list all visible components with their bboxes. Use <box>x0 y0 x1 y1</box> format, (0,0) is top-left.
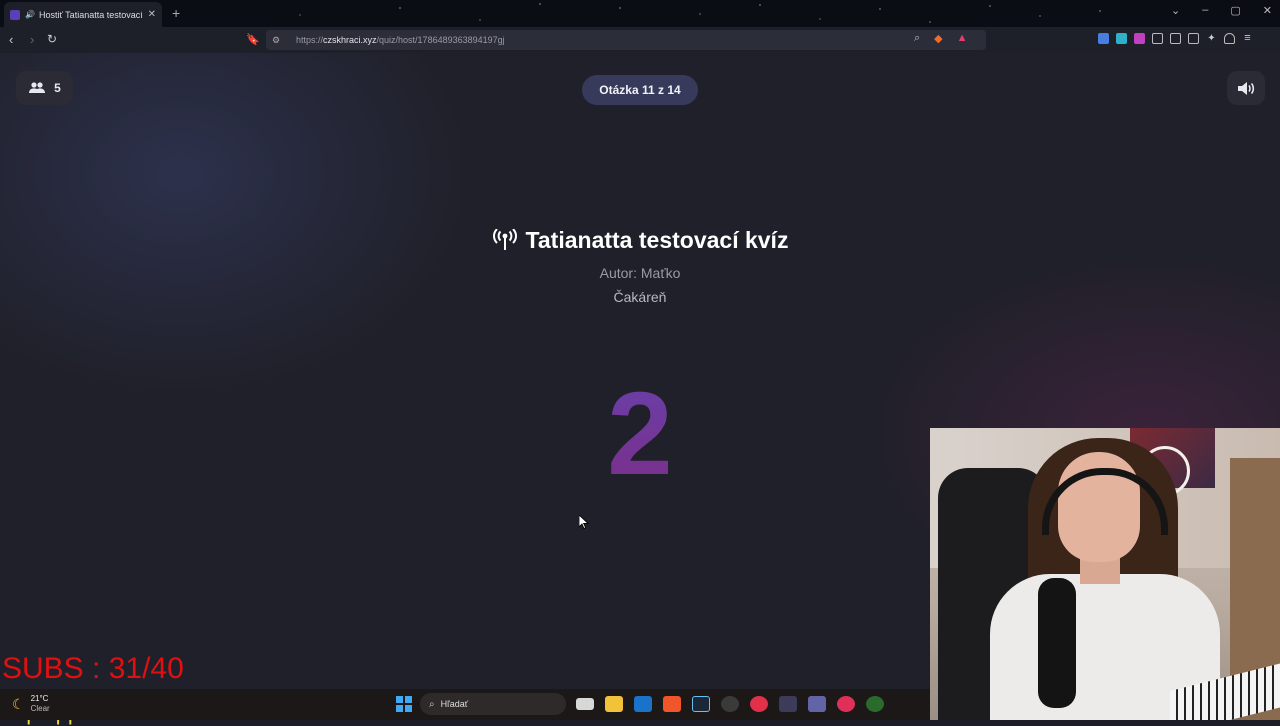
app-icon[interactable] <box>721 696 739 712</box>
players-icon <box>29 82 46 93</box>
extensions-bar: ✦ ≡ <box>1098 33 1253 44</box>
moon-icon: ☾ <box>12 695 25 712</box>
address-bar-actions: ⌕ ◆ ▲ <box>914 32 968 45</box>
window-controls: ⌄ – ▢ ✕ <box>1171 4 1272 17</box>
leo-ai-icon[interactable]: ✦ <box>1206 33 1217 44</box>
brave-rewards-icon[interactable]: ▲ <box>957 32 968 45</box>
teams-icon[interactable] <box>808 696 826 712</box>
reload-icon[interactable]: ↻ <box>47 32 57 46</box>
quiz-author: Autor: Maťko <box>599 265 681 281</box>
media-player-icon[interactable] <box>750 696 768 712</box>
quiz-title-text: Tatianatta testovací kvíz <box>525 227 789 253</box>
task-view-icon[interactable] <box>576 698 594 710</box>
countdown-number: 2 <box>560 375 720 493</box>
temperature: 21°C <box>30 694 49 703</box>
weather-widget[interactable]: ☾ 21°C Clear <box>12 694 50 714</box>
player-count-button[interactable]: 5 <box>16 71 73 105</box>
new-tab-icon[interactable]: + <box>172 5 180 21</box>
taskbar-search[interactable]: ⌕ Hľadať <box>420 693 566 715</box>
back-icon[interactable]: ‹ <box>9 32 13 47</box>
tab-search-chevron-icon[interactable]: ⌄ <box>1171 4 1180 17</box>
brave-browser-icon[interactable] <box>663 696 681 712</box>
sound-toggle-button[interactable] <box>1227 71 1265 105</box>
maximize-icon[interactable]: ▢ <box>1230 4 1240 17</box>
url-text: https://czskhraci.xyz/quiz/host/17864893… <box>296 35 505 45</box>
vpn-shield-icon[interactable] <box>1224 33 1235 44</box>
brave-shields-icon[interactable]: ◆ <box>934 32 942 45</box>
player-count: 5 <box>54 81 61 95</box>
site-settings-icon[interactable]: ⚙ <box>272 35 282 46</box>
quiz-title: Tatianatta testovací kvíz <box>0 227 1280 254</box>
mouse-cursor-icon <box>579 515 589 529</box>
nvidia-icon[interactable] <box>866 696 884 712</box>
extensions-puzzle-icon[interactable] <box>1152 33 1163 44</box>
wallet-icon[interactable] <box>1188 33 1199 44</box>
media-app-icon[interactable] <box>837 696 855 712</box>
steam-icon[interactable] <box>692 696 710 712</box>
browser-titlebar: 🔊 Hostiť Tatianatta testovací k ✕ + ⌄ – … <box>0 0 1280 27</box>
taskbar-apps <box>576 696 884 712</box>
outlook-icon[interactable] <box>634 696 652 712</box>
question-progress-badge: Otázka 11 z 14 <box>582 75 698 105</box>
weather-condition: Clear <box>30 704 50 713</box>
subs-counter-overlay: SUBS : 31/40 <box>2 652 184 685</box>
forward-icon[interactable]: › <box>30 32 34 47</box>
bookmark-icon[interactable]: 🔖 <box>246 33 260 46</box>
sidebar-icon[interactable] <box>1170 33 1181 44</box>
microphone <box>1038 578 1076 708</box>
extension-icon[interactable] <box>1116 33 1127 44</box>
speaker-icon <box>1238 81 1255 95</box>
zoom-icon[interactable]: ⌕ <box>914 32 920 45</box>
close-tab-icon[interactable]: ✕ <box>148 9 156 20</box>
close-window-icon[interactable]: ✕ <box>1263 4 1272 17</box>
broadcast-icon <box>492 228 517 250</box>
translate-extension-icon[interactable] <box>1098 33 1109 44</box>
app-icon[interactable] <box>779 696 797 712</box>
extension-icon[interactable] <box>1134 33 1145 44</box>
browser-tab[interactable]: 🔊 Hostiť Tatianatta testovací k ✕ <box>4 2 162 27</box>
windows-taskbar: ☾ 21°C Clear ⌕ Hľadať <box>0 689 930 720</box>
search-placeholder: Hľadať <box>440 699 469 709</box>
audio-playing-icon[interactable]: 🔊 <box>25 10 35 19</box>
menu-icon[interactable]: ≡ <box>1242 33 1253 44</box>
address-bar[interactable]: ⚙ https://czskhraci.xyz/quiz/host/178648… <box>266 30 986 50</box>
question-progress-label: Otázka 11 z 14 <box>599 83 681 97</box>
tab-title: Hostiť Tatianatta testovací k <box>38 9 142 20</box>
windows-start-icon[interactable] <box>396 696 412 712</box>
minimize-icon[interactable]: – <box>1202 4 1208 17</box>
search-icon: ⌕ <box>429 698 435 710</box>
site-favicon-icon <box>10 9 20 20</box>
webcam-overlay <box>930 428 1280 720</box>
quiz-status: Čakáreň <box>613 289 667 305</box>
file-explorer-icon[interactable] <box>605 696 623 712</box>
browser-toolbar: ‹ › ↻ 🔖 ⚙ https://czskhraci.xyz/quiz/hos… <box>0 27 1280 54</box>
